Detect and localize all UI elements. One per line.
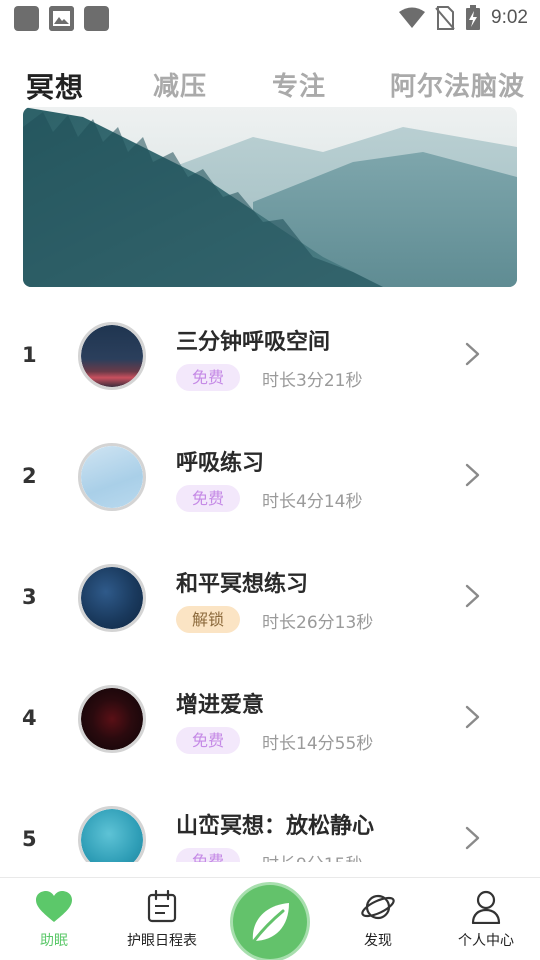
nav-label: 发现 bbox=[364, 933, 392, 949]
chevron-right-icon bbox=[465, 826, 480, 850]
image-icon bbox=[49, 6, 74, 31]
track-cover bbox=[78, 443, 146, 511]
heart-icon bbox=[36, 891, 72, 922]
user-icon bbox=[471, 890, 501, 924]
track-title: 三分钟呼吸空间 bbox=[176, 330, 331, 355]
track-title: 增进爱意 bbox=[176, 693, 265, 718]
nav-label: 护眼日程表 bbox=[127, 933, 197, 949]
notification-square-icon bbox=[14, 6, 39, 31]
chevron-right-icon bbox=[465, 342, 480, 366]
track-duration: 时长9分15秒 bbox=[262, 850, 362, 862]
notification-square-icon bbox=[84, 6, 109, 31]
nav-label: 个人中心 bbox=[458, 933, 514, 949]
track-list: 1 三分钟呼吸空间 免费 时长3分21秒 2 呼吸练习 免费 时长4分14秒 3… bbox=[0, 297, 540, 862]
free-badge: 免费 bbox=[176, 364, 240, 391]
tab-meditation[interactable]: 冥想 bbox=[26, 66, 84, 106]
track-title: 和平冥想练习 bbox=[176, 572, 309, 597]
track-title: 山峦冥想：放松静心 bbox=[176, 814, 375, 839]
track-cover bbox=[78, 806, 146, 862]
status-time: 9:02 bbox=[491, 7, 528, 28]
track-index: 3 bbox=[22, 585, 37, 609]
track-cover bbox=[78, 564, 146, 632]
track-index: 1 bbox=[22, 343, 37, 367]
list-item[interactable]: 5 山峦冥想：放松静心 免费 时长9分15秒 bbox=[0, 781, 540, 862]
free-badge: 免费 bbox=[176, 848, 240, 862]
calendar-icon bbox=[147, 890, 177, 923]
status-bar-notifications bbox=[14, 6, 109, 31]
mountain-forest-banner[interactable] bbox=[23, 107, 517, 287]
track-duration: 时长26分13秒 bbox=[262, 613, 374, 633]
nav-discover[interactable]: 发现 bbox=[324, 890, 432, 950]
nav-center-leaf-button[interactable] bbox=[233, 885, 307, 959]
track-duration: 时长4分14秒 bbox=[262, 492, 363, 512]
nav-sleep[interactable]: 助眠 bbox=[0, 890, 108, 950]
bottom-nav: 助眠 护眼日程表 发现 个人中心 bbox=[0, 877, 540, 960]
tab-focus[interactable]: 专注 bbox=[272, 66, 326, 103]
track-cover bbox=[78, 322, 146, 390]
battery-charging-icon bbox=[466, 5, 481, 30]
free-badge: 免费 bbox=[176, 485, 240, 512]
chevron-right-icon bbox=[465, 463, 480, 487]
track-duration: 时长3分21秒 bbox=[262, 371, 363, 391]
status-bar: 9:02 bbox=[0, 0, 540, 36]
track-duration: 时长14分55秒 bbox=[262, 734, 374, 754]
nav-eye-schedule[interactable]: 护眼日程表 bbox=[108, 890, 216, 950]
list-item[interactable]: 3 和平冥想练习 解锁 时长26分13秒 bbox=[0, 539, 540, 660]
list-item[interactable]: 4 增进爱意 免费 时长14分55秒 bbox=[0, 660, 540, 781]
nav-label: 助眠 bbox=[40, 933, 68, 949]
track-cover bbox=[78, 685, 146, 753]
category-tabs: 冥想 减压 专注 阿尔法脑波 bbox=[26, 66, 526, 106]
tab-alpha-waves[interactable]: 阿尔法脑波 bbox=[390, 66, 525, 103]
chevron-right-icon bbox=[465, 705, 480, 729]
leaf-icon bbox=[249, 903, 289, 947]
tab-stress-relief[interactable]: 减压 bbox=[153, 66, 207, 103]
status-bar-system: 9:02 bbox=[399, 5, 528, 31]
unlock-badge: 解锁 bbox=[176, 606, 240, 633]
nav-profile[interactable]: 个人中心 bbox=[432, 890, 540, 950]
free-badge: 免费 bbox=[176, 727, 240, 754]
track-index: 2 bbox=[22, 464, 37, 488]
wifi-icon bbox=[399, 7, 426, 28]
list-item[interactable]: 2 呼吸练习 免费 时长4分14秒 bbox=[0, 418, 540, 539]
planet-icon bbox=[361, 894, 395, 920]
chevron-right-icon bbox=[465, 584, 480, 608]
track-index: 4 bbox=[22, 706, 37, 730]
no-sim-icon bbox=[435, 6, 455, 30]
track-index: 5 bbox=[22, 827, 37, 851]
track-title: 呼吸练习 bbox=[176, 451, 265, 476]
list-item[interactable]: 1 三分钟呼吸空间 免费 时长3分21秒 bbox=[0, 297, 540, 418]
